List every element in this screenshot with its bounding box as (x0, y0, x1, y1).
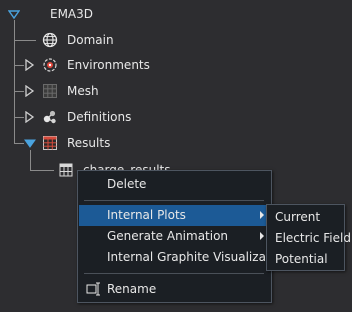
menu-item-label: Generate Animation (107, 229, 229, 243)
menu-item-label: Delete (107, 177, 147, 191)
menu-item-label: Rename (107, 282, 157, 296)
tree-node-label: Mesh (67, 84, 99, 98)
tree-node-label: Environments (67, 58, 150, 72)
tree-node-label: EMA3D (50, 7, 94, 21)
rename-icon (86, 282, 100, 296)
result-grid-icon (59, 163, 73, 177)
menu-item-rename[interactable]: Rename (79, 279, 270, 300)
submenu-item-electric-field[interactable]: Electric Field (268, 228, 351, 249)
expander-collapsed-icon[interactable] (24, 59, 36, 71)
context-menu: Delete Internal Plots Generate Animation… (77, 170, 289, 303)
menu-item-label: Potential (275, 252, 328, 266)
menu-separator (84, 273, 264, 274)
submenu-arrow-icon (260, 232, 264, 240)
mesh-grid-icon (43, 84, 57, 98)
definitions-molecule-icon (43, 110, 56, 124)
menu-item-internal-graphite-visualization[interactable]: Internal Graphite Visualization (79, 247, 289, 268)
tree-node-label: Definitions (67, 110, 132, 124)
tree-node-label: Results (67, 136, 111, 150)
menu-item-label: Electric Field (275, 231, 351, 245)
expander-collapsed-icon[interactable] (24, 85, 36, 97)
tree-node-root[interactable]: EMA3D (0, 3, 140, 25)
menu-item-internal-plots[interactable]: Internal Plots (79, 205, 270, 226)
menu-item-delete[interactable]: Delete (79, 174, 270, 195)
tree-node-mesh[interactable]: Mesh (0, 80, 140, 102)
environment-icon (43, 58, 57, 72)
tree-node-domain[interactable]: Domain (0, 29, 160, 51)
tree-node-environments[interactable]: Environments (0, 54, 180, 76)
globe-icon (42, 32, 58, 48)
expander-expanded-icon[interactable] (8, 9, 20, 21)
tree-node-definitions[interactable]: Definitions (0, 106, 160, 128)
expander-collapsed-icon[interactable] (24, 111, 36, 123)
menu-item-label: Internal Plots (107, 208, 186, 222)
submenu-arrow-icon (260, 211, 264, 219)
tree-node-results[interactable]: Results (0, 132, 140, 154)
results-table-icon (43, 136, 57, 150)
menu-item-generate-animation[interactable]: Generate Animation (79, 226, 270, 247)
expander-expanded-icon[interactable] (24, 138, 36, 150)
internal-plots-submenu: Current Electric Field Potential (266, 204, 351, 271)
tree-node-label: Domain (67, 33, 114, 47)
menu-item-label: Internal Graphite Visualization (107, 250, 289, 264)
menu-item-label: Current (275, 210, 321, 224)
menu-separator (84, 200, 264, 201)
submenu-item-potential[interactable]: Potential (268, 249, 343, 270)
submenu-item-current[interactable]: Current (268, 207, 343, 228)
